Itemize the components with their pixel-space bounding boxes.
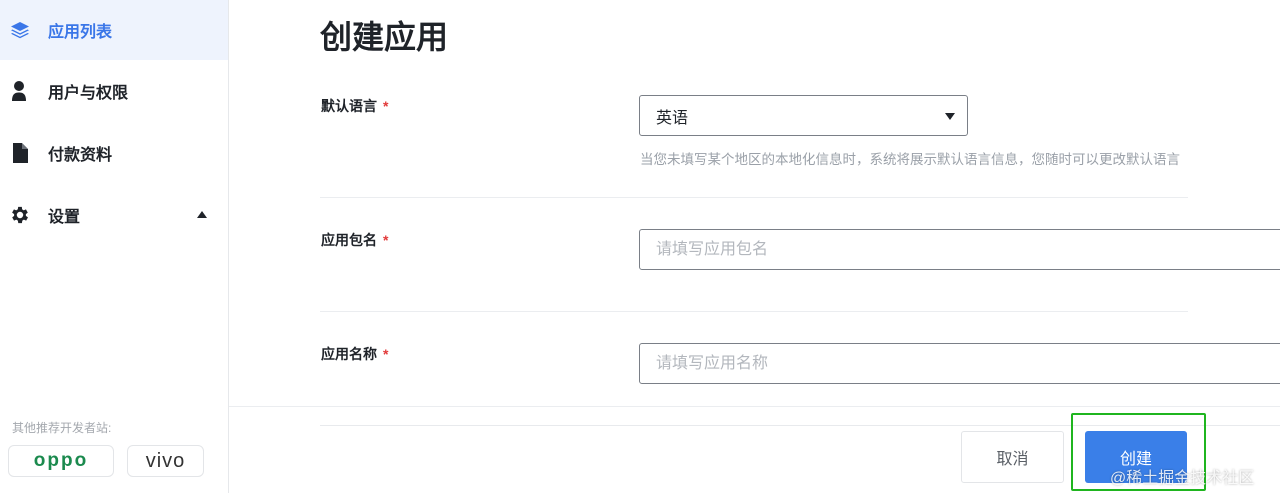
language-select-value: 英语: [656, 109, 689, 127]
app-name-label-text: 应用名称: [321, 346, 377, 362]
language-label: 默认语言 *: [321, 96, 388, 116]
divider: [320, 197, 1188, 198]
footer-divider: [229, 406, 1280, 407]
sidebar-item-settings[interactable]: 设置: [0, 185, 228, 245]
sidebar: 应用列表 用户与权限 付款资料 设置 其他推荐开发者站: oppo vivo: [0, 0, 229, 493]
sidebar-item-label: 设置: [48, 209, 81, 226]
package-label-text: 应用包名: [321, 232, 377, 248]
recommend-label: 其他推荐开发者站:: [12, 421, 112, 435]
required-mark: *: [383, 232, 389, 248]
oppo-logo: oppo: [33, 450, 89, 471]
page-title: 创建应用: [320, 19, 449, 55]
caret-down-icon: [945, 113, 955, 120]
watermark-text: @稀土掘金技术社区: [1110, 470, 1255, 487]
vivo-link-button[interactable]: vivo: [127, 445, 204, 477]
sidebar-item-label: 应用列表: [48, 24, 113, 41]
document-icon: [9, 142, 31, 164]
chevron-up-icon[interactable]: [197, 211, 207, 218]
gear-icon: [9, 204, 31, 226]
app-name-input[interactable]: [639, 343, 1280, 384]
package-label: 应用包名 *: [321, 230, 388, 250]
language-hint: 当您未填写某个地区的本地化信息时，系统将展示默认语言信息，您随时可以更改默认语言: [640, 152, 1180, 167]
app-name-label: 应用名称 *: [321, 344, 388, 364]
sidebar-item-users-permissions[interactable]: 用户与权限: [0, 61, 228, 121]
language-label-text: 默认语言: [321, 98, 377, 114]
cancel-button[interactable]: 取消: [961, 431, 1064, 483]
sidebar-item-payment-info[interactable]: 付款资料: [0, 123, 228, 183]
required-mark: *: [383, 98, 389, 114]
vivo-logo: vivo: [145, 449, 186, 472]
sidebar-item-label: 付款资料: [48, 147, 113, 164]
divider: [320, 311, 1188, 312]
language-select[interactable]: 英语: [639, 95, 968, 136]
package-name-input[interactable]: [639, 229, 1280, 270]
layers-icon: [9, 19, 31, 41]
required-mark: *: [383, 346, 389, 362]
sidebar-item-app-list[interactable]: 应用列表: [0, 0, 228, 60]
user-icon: [9, 80, 31, 102]
sidebar-item-label: 用户与权限: [48, 85, 129, 102]
oppo-link-button[interactable]: oppo: [8, 445, 114, 477]
